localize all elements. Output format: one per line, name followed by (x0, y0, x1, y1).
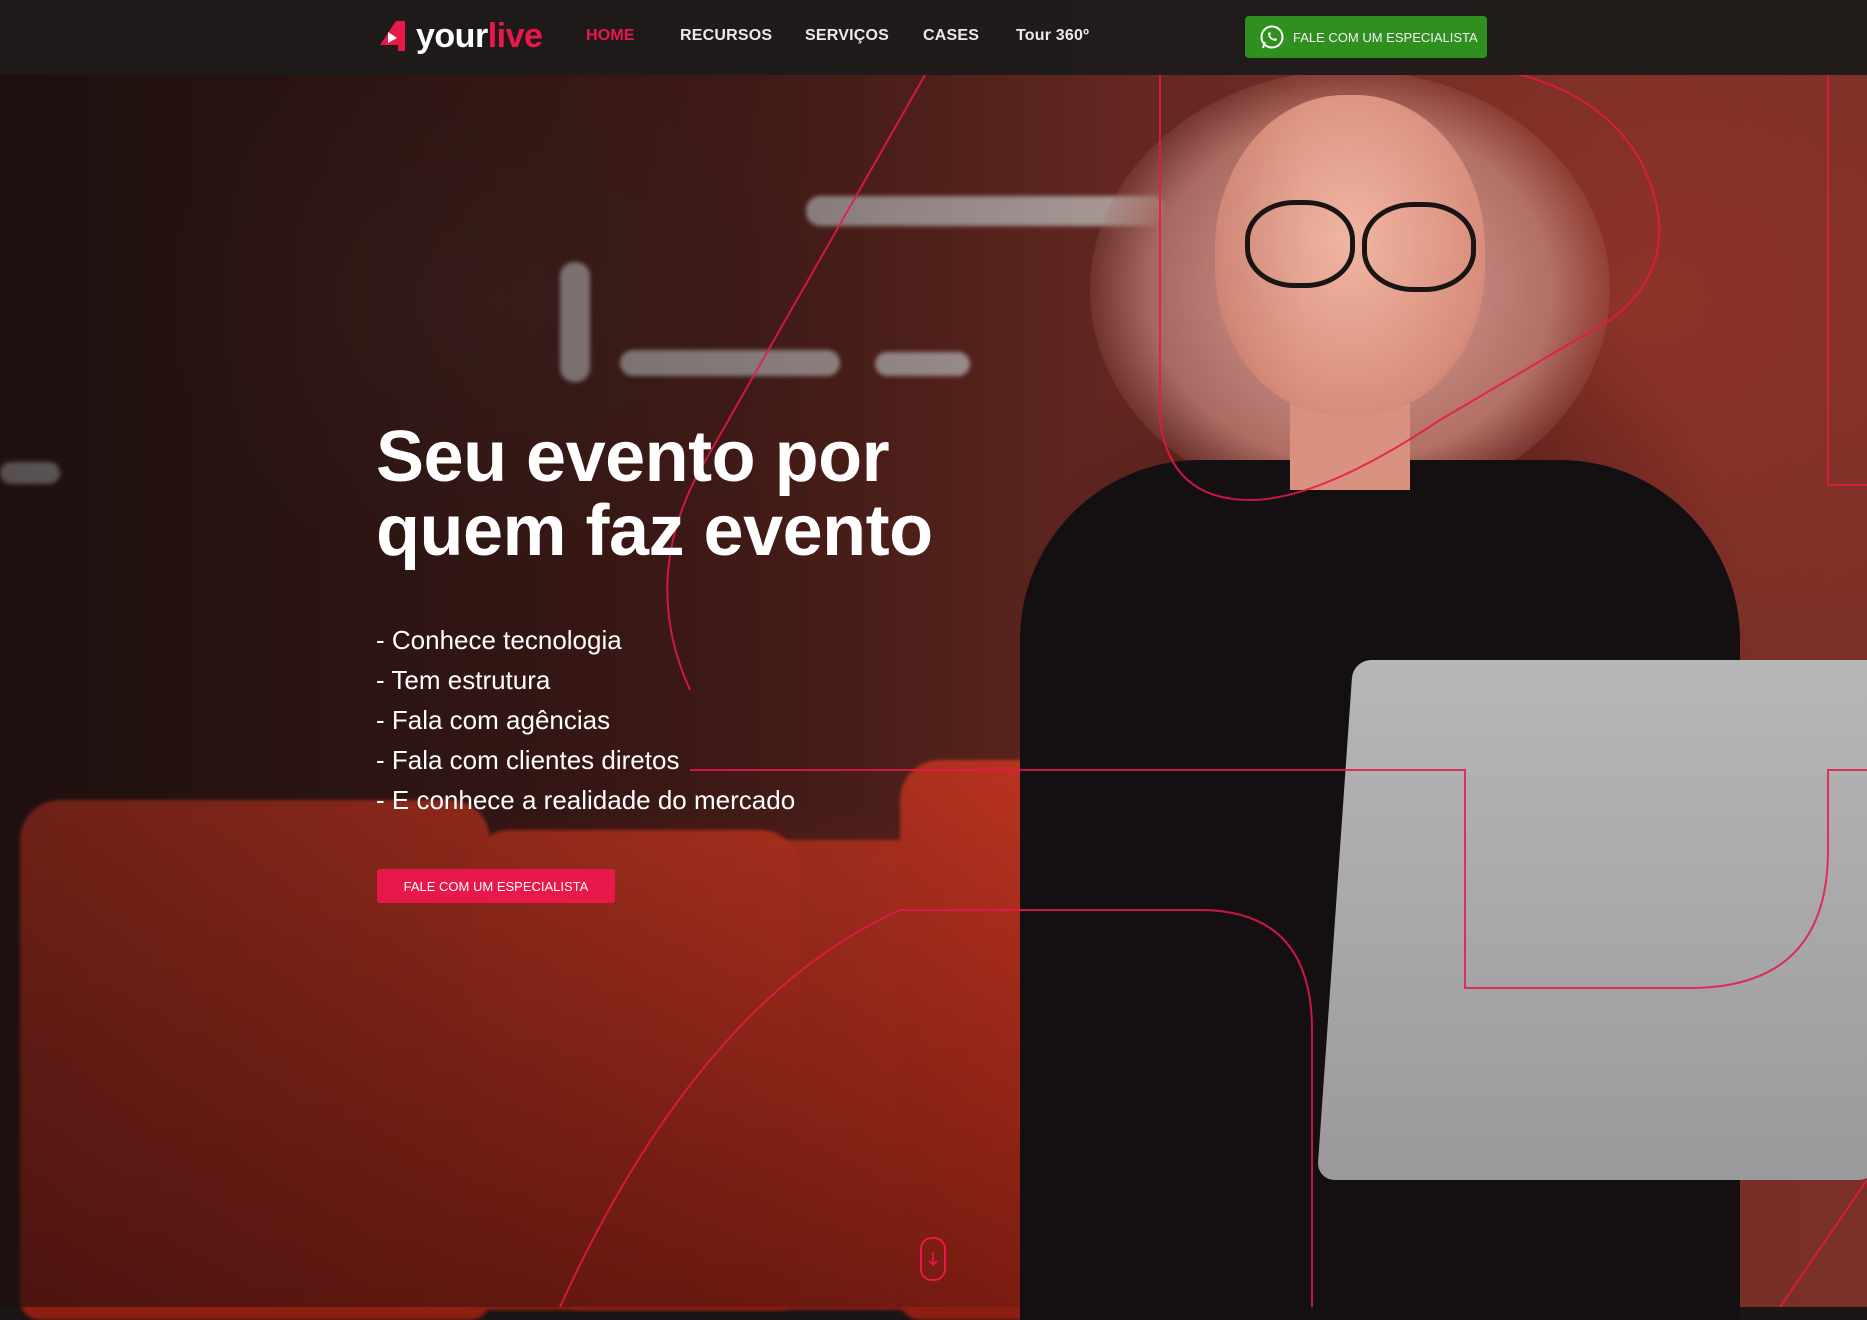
scroll-down-button[interactable] (920, 1237, 946, 1281)
logo-text: yourlive (416, 16, 543, 56)
arrow-down-icon (928, 1252, 938, 1267)
feature-item: - Fala com clientes diretos (376, 745, 680, 775)
brand-logo[interactable]: yourlive (376, 16, 543, 56)
cta-specialist-button[interactable]: FALE COM UM ESPECIALISTA (377, 869, 615, 903)
feature-item: - Fala com agências (376, 705, 611, 735)
whatsapp-icon (1260, 25, 1284, 49)
nav-home[interactable]: HOME (586, 27, 635, 45)
logo-icon (380, 21, 405, 51)
whatsapp-button-label: FALE COM UM ESPECIALISTA (1293, 29, 1478, 45)
hero-title: Seu evento por quem faz evento (376, 420, 1076, 568)
hero-title-line2: quem faz evento (376, 491, 933, 571)
whatsapp-contact-button[interactable]: FALE COM UM ESPECIALISTA (1245, 16, 1487, 58)
feature-item: - Tem estrutura (376, 665, 551, 695)
hero-overlay (0, 0, 1867, 1307)
nav-tour-360[interactable]: Tour 360º (1016, 27, 1089, 45)
logo-text-your: your (416, 16, 488, 55)
nav-servicos[interactable]: SERVIÇOS (805, 27, 889, 45)
logo-text-live: live (487, 16, 543, 55)
top-navbar: yourlive HOME RECURSOS SERVIÇOS CASES To… (0, 0, 1867, 75)
feature-list: - Conhece tecnologia - Tem estrutura - F… (376, 620, 795, 820)
hero-title-line1: Seu evento por (376, 417, 890, 497)
nav-cases[interactable]: CASES (923, 27, 979, 45)
feature-item: - Conhece tecnologia (376, 625, 622, 655)
feature-item: - E conhece a realidade do mercado (376, 785, 796, 815)
nav-recursos[interactable]: RECURSOS (680, 27, 772, 45)
